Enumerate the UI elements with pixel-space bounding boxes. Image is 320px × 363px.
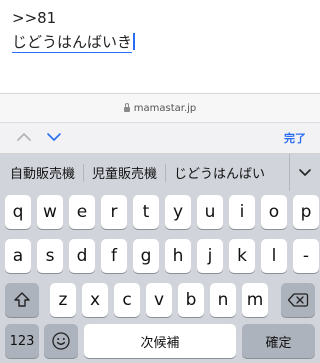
numbers-key[interactable]: 123 — [5, 324, 39, 358]
next-field-chevron-down-icon[interactable] — [46, 129, 62, 145]
key-a[interactable]: a — [5, 239, 31, 273]
candidate-item[interactable]: じどうはんばい — [166, 163, 273, 182]
key-f[interactable]: f — [101, 239, 127, 273]
space-key[interactable]: 次候補 — [84, 324, 236, 358]
shift-arrow-icon — [14, 292, 30, 307]
chevron-down-icon — [299, 168, 311, 176]
key-p[interactable]: p — [293, 195, 319, 229]
key-v[interactable]: v — [146, 283, 172, 317]
lock-icon — [123, 103, 130, 112]
composing-text: じどうはんばいき — [12, 33, 133, 53]
key-w[interactable]: w — [37, 195, 63, 229]
key-x[interactable]: x — [82, 283, 108, 317]
expand-candidates-button[interactable] — [289, 154, 320, 191]
candidate-bar: 自動販売機 児童販売機 じどうはんばい — [0, 154, 320, 191]
shift-key[interactable] — [5, 283, 39, 317]
composing-text-line: じどうはんばいき — [12, 31, 136, 53]
key-j[interactable]: j — [197, 239, 223, 273]
key-q[interactable]: q — [5, 195, 31, 229]
previous-field-chevron-up-icon[interactable] — [16, 129, 32, 145]
key-c[interactable]: c — [114, 283, 140, 317]
delete-key[interactable] — [281, 283, 315, 317]
text-input-area[interactable]: >>81 じどうはんばいき — [0, 0, 320, 94]
keyboard-accessory-bar: 完了 — [0, 123, 320, 154]
key-r[interactable]: r — [101, 195, 127, 229]
reply-quote-text: >>81 — [12, 9, 57, 27]
emoji-key[interactable] — [44, 324, 78, 358]
done-button[interactable]: 完了 — [284, 130, 306, 146]
key-g[interactable]: g — [133, 239, 159, 273]
key-b[interactable]: b — [178, 283, 204, 317]
key-i[interactable]: i — [229, 195, 255, 229]
backspace-icon — [287, 293, 309, 307]
key-l[interactable]: l — [261, 239, 287, 273]
key-u[interactable]: u — [197, 195, 223, 229]
url-domain: mamastar.jp — [133, 102, 197, 114]
key-s[interactable]: s — [37, 239, 63, 273]
key-y[interactable]: y — [165, 195, 191, 229]
url-bar[interactable]: mamastar.jp — [0, 94, 320, 123]
key-k[interactable]: k — [229, 239, 255, 273]
keyboard: 自動販売機 児童販売機 じどうはんばい q w e r t y u i o p … — [0, 154, 320, 363]
candidate-item[interactable]: 児童販売機 — [84, 163, 165, 182]
candidate-item[interactable]: 自動販売機 — [0, 163, 83, 182]
key-n[interactable]: n — [210, 283, 236, 317]
key-e[interactable]: e — [69, 195, 95, 229]
return-key[interactable]: 確定 — [242, 324, 315, 358]
key-h[interactable]: h — [165, 239, 191, 273]
key-m[interactable]: m — [242, 283, 268, 317]
emoji-face-icon — [52, 332, 70, 350]
key-z[interactable]: z — [50, 283, 76, 317]
key-t[interactable]: t — [133, 195, 159, 229]
text-cursor — [133, 33, 136, 50]
key-dash[interactable]: - — [293, 239, 319, 273]
key-o[interactable]: o — [261, 195, 287, 229]
key-d[interactable]: d — [69, 239, 95, 273]
